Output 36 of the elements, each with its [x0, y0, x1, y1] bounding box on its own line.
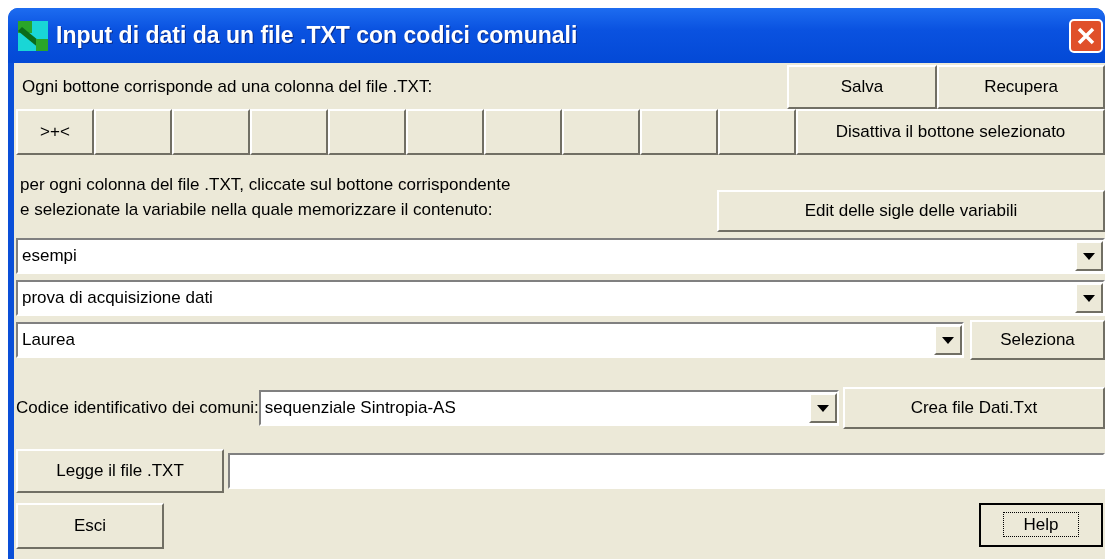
dropdown-value: prova di acquisizione dati [21, 288, 214, 308]
footer-button[interactable]: Help [979, 503, 1103, 547]
code-dropdown[interactable]: sequenziale Sintropia-AS [258, 390, 839, 426]
footer-button[interactable]: Esci [16, 503, 164, 549]
dropdown[interactable]: prova di acquisizione dati [16, 280, 1105, 316]
dropdown-value: Laurea [21, 330, 76, 350]
app-icon [18, 20, 48, 51]
window-title: Input di dati da un file .TXT con codici comunali [56, 22, 579, 49]
create-file-button[interactable]: Crea file Dati.Txt [842, 387, 1105, 429]
dropdown-value: esempi [21, 246, 78, 266]
disable-button[interactable]: Disattiva il bottone selezionato [796, 109, 1105, 155]
column-button[interactable] [172, 109, 250, 155]
file-path-field[interactable] [228, 453, 1105, 489]
column-button[interactable] [484, 109, 562, 155]
column-button[interactable] [718, 109, 796, 155]
header-button[interactable]: Recupera [937, 65, 1105, 109]
edit-button[interactable]: Edit delle sigle delle variabili [717, 190, 1105, 232]
column-button[interactable] [562, 109, 640, 155]
column-button[interactable] [250, 109, 328, 155]
instruction-text: e selezionate la variabile nella quale memorizzare il contenuto: [20, 199, 494, 221]
dropdown[interactable]: esempi [16, 238, 1105, 274]
header-text: Ogni bottone corrisponde ad una colonna del file .TXT: [22, 77, 434, 97]
header-button[interactable]: Salva [787, 65, 937, 109]
column-button[interactable] [640, 109, 718, 155]
column-button[interactable] [406, 109, 484, 155]
instruction-text: per ogni colonna del file .TXT, cliccate sul bottone corrispondente [20, 174, 512, 196]
read-file-button[interactable]: Legge il file .TXT [16, 449, 224, 493]
close-icon [1076, 25, 1096, 46]
column-button[interactable] [328, 109, 406, 155]
column-button[interactable]: >+< [16, 109, 94, 155]
select-button[interactable]: Seleziona [970, 320, 1105, 360]
column-button[interactable] [94, 109, 172, 155]
dropdown[interactable]: Laurea [16, 322, 964, 358]
code-label: Codice identificativo dei comuni: [16, 398, 259, 418]
close-button[interactable] [1069, 18, 1103, 53]
dropdown-value: sequenziale Sintropia-AS [263, 398, 457, 418]
